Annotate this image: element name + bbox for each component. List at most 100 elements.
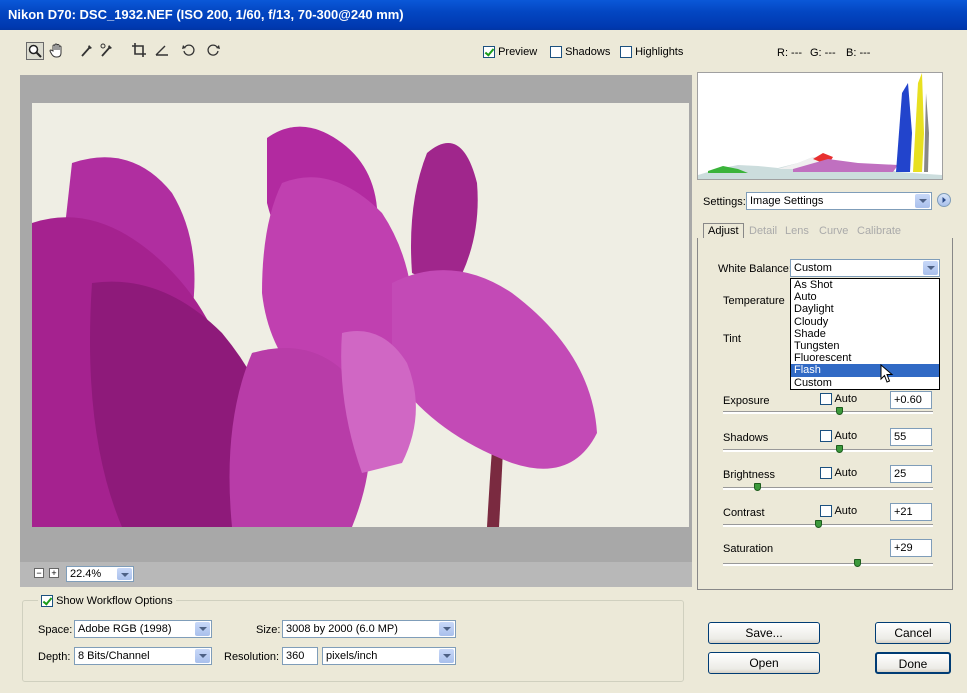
wb-option[interactable]: Daylight (791, 303, 939, 315)
auto-label: Auto (834, 430, 858, 442)
wb-option[interactable]: Cloudy (791, 316, 939, 328)
wb-option[interactable]: Fluorescent (791, 352, 939, 364)
tab-adjust[interactable]: Adjust (703, 223, 744, 239)
exposure-label: Exposure (723, 395, 770, 407)
settings-value: Image Settings (750, 195, 824, 207)
depth-value: 8 Bits/Channel (78, 650, 150, 662)
wb-option-highlighted[interactable]: Flash (791, 364, 939, 377)
exposure-slider[interactable] (723, 411, 933, 414)
chevron-down-icon[interactable] (195, 622, 210, 636)
auto-label: Auto (834, 393, 858, 405)
resolution-unit-select[interactable]: pixels/inch (322, 647, 456, 665)
preview-checkbox[interactable] (483, 46, 495, 59)
depth-select[interactable]: 8 Bits/Channel (74, 647, 212, 665)
space-label: Space: (38, 624, 73, 636)
zoom-in-icon[interactable]: + (49, 568, 59, 578)
chevron-down-icon[interactable] (117, 568, 132, 580)
zoom-tool-icon[interactable] (26, 42, 44, 60)
auto-label: Auto (834, 505, 858, 517)
shadows-adj-label: Shadows (723, 432, 769, 444)
chevron-down-icon[interactable] (195, 649, 210, 663)
exposure-slider-thumb[interactable] (835, 407, 843, 415)
settings-select[interactable]: Image Settings (746, 192, 932, 210)
done-button[interactable]: Done (875, 652, 951, 674)
white-balance-value: Custom (794, 262, 832, 274)
wb-option[interactable]: As Shot (791, 279, 939, 291)
white-balance-dropdown[interactable]: As Shot Auto Daylight Cloudy Shade Tungs… (790, 278, 940, 390)
shadows-auto[interactable]: Auto (820, 430, 858, 443)
shadows-slider-thumb[interactable] (835, 445, 843, 453)
photo-preview[interactable] (32, 103, 689, 527)
window-title: Nikon D70: DSC_1932.NEF (ISO 200, 1/60, … (0, 0, 967, 30)
color-sampler-tool-icon[interactable] (98, 42, 116, 60)
exposure-auto-checkbox[interactable] (820, 393, 832, 406)
histogram (697, 72, 943, 180)
preview-option[interactable]: Preview (483, 46, 538, 59)
show-workflow-option[interactable]: Show Workflow Options (38, 595, 176, 608)
zoom-out-icon[interactable]: − (34, 568, 44, 578)
shadows-input[interactable]: 55 (890, 428, 932, 446)
white-balance-select[interactable]: Custom (790, 259, 940, 277)
saturation-input[interactable]: +29 (890, 539, 932, 557)
shadows-label: Shadows (565, 46, 611, 58)
size-select[interactable]: 3008 by 2000 (6.0 MP) (282, 620, 456, 638)
tab-lens[interactable]: Lens (781, 224, 813, 238)
wb-option[interactable]: Tungsten (791, 340, 939, 352)
brightness-auto-checkbox[interactable] (820, 467, 832, 480)
resolution-input[interactable]: 360 (282, 647, 318, 665)
tab-calibrate[interactable]: Calibrate (853, 224, 905, 238)
wb-option[interactable]: Custom (791, 377, 939, 389)
tab-curve[interactable]: Curve (815, 224, 852, 238)
chevron-down-icon[interactable] (915, 194, 930, 208)
resolution-unit-value: pixels/inch (326, 650, 378, 662)
tab-detail[interactable]: Detail (745, 224, 781, 238)
wb-option[interactable]: Auto (791, 291, 939, 303)
brightness-slider-thumb[interactable] (753, 483, 761, 491)
brightness-auto[interactable]: Auto (820, 467, 857, 480)
hand-tool-icon[interactable] (48, 42, 66, 60)
zoom-select[interactable]: 22.4% (66, 566, 134, 582)
brightness-label: Brightness (723, 469, 775, 481)
exposure-input[interactable]: +0.60 (890, 391, 932, 409)
space-select[interactable]: Adobe RGB (1998) (74, 620, 212, 638)
chevron-down-icon[interactable] (439, 622, 454, 636)
contrast-input[interactable]: +21 (890, 503, 932, 521)
white-balance-tool-icon[interactable] (78, 42, 96, 60)
preview-label: Preview (498, 46, 538, 58)
size-label: Size: (256, 624, 281, 636)
cancel-button[interactable]: Cancel (875, 622, 951, 644)
rotate-left-icon[interactable] (180, 42, 198, 60)
contrast-slider-thumb[interactable] (814, 520, 822, 528)
open-button[interactable]: Open (708, 652, 820, 674)
wb-option[interactable]: Shade (791, 328, 939, 340)
settings-tabs: Adjust Detail Lens Curve Calibrate (697, 223, 953, 239)
contrast-auto[interactable]: Auto (820, 505, 858, 518)
white-balance-label: White Balance: (718, 263, 792, 275)
mouse-cursor-icon (880, 363, 894, 387)
depth-label: Depth: (38, 651, 71, 663)
crop-tool-icon[interactable] (130, 42, 148, 60)
shadows-option[interactable]: Shadows (550, 46, 611, 59)
save-button[interactable]: Save... (708, 622, 820, 644)
contrast-auto-checkbox[interactable] (820, 505, 832, 518)
shadows-auto-checkbox[interactable] (820, 430, 832, 443)
exposure-auto[interactable]: Auto (820, 393, 858, 406)
saturation-label: Saturation (723, 543, 774, 555)
brightness-input[interactable]: 25 (890, 465, 932, 483)
contrast-slider[interactable] (723, 524, 933, 527)
show-workflow-label: Show Workflow Options (56, 595, 173, 607)
rgb-r: R: --- (777, 47, 803, 59)
chevron-down-icon[interactable] (923, 261, 938, 275)
rgb-b: B: --- (846, 47, 871, 59)
saturation-slider[interactable] (723, 563, 933, 566)
highlights-option[interactable]: Highlights (620, 46, 683, 59)
rotate-right-icon[interactable] (204, 42, 222, 60)
shadows-checkbox[interactable] (550, 46, 562, 59)
settings-menu-icon[interactable] (937, 193, 951, 207)
straighten-tool-icon[interactable] (153, 42, 171, 60)
tint-label: Tint (723, 333, 741, 345)
shadows-slider[interactable] (723, 449, 933, 452)
show-workflow-checkbox[interactable] (41, 595, 53, 608)
chevron-down-icon[interactable] (439, 649, 454, 663)
highlights-checkbox[interactable] (620, 46, 632, 59)
